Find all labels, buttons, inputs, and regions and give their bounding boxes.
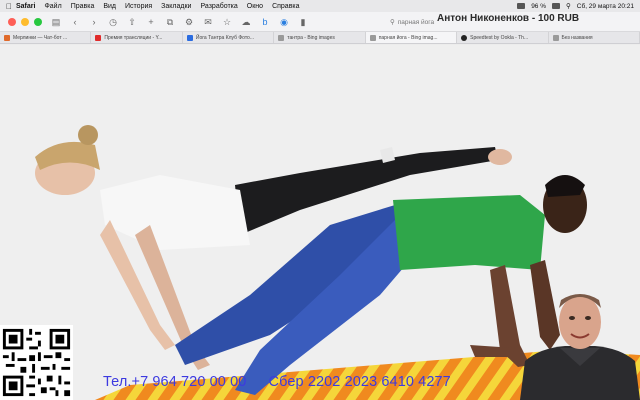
vk-icon — [186, 34, 193, 41]
tab-6[interactable]: Speedtest by Ookla - Th... — [457, 32, 549, 43]
tab-label: Премия трансляции - Y... — [104, 34, 163, 41]
tab-label: парная йога - Bing imag... — [378, 34, 438, 41]
extension-icon[interactable]: ◉ — [279, 17, 289, 27]
tab-5-active[interactable]: парная йога - Bing imag... — [365, 32, 458, 43]
close-window-button[interactable] — [8, 17, 16, 26]
tab-label: тантра - Bing images — [287, 34, 335, 41]
tab-7[interactable]: Без названия — [549, 32, 640, 43]
tab-3[interactable]: Йога Тантра Клуб Фото... — [183, 32, 275, 43]
menu-app-name[interactable]: Safari — [16, 3, 35, 10]
forward-icon[interactable]: › — [89, 17, 99, 27]
menu-help[interactable]: Справка — [272, 3, 299, 10]
tab-1[interactable]: Мерлинки — Чат-бот ... — [0, 32, 92, 43]
youtube-icon — [95, 34, 102, 41]
search-icon — [278, 34, 285, 41]
battery-icon[interactable] — [552, 3, 561, 9]
share-icon[interactable]: ⇧ — [127, 17, 137, 27]
donation-phone: Тел.+7 964 720 00 00 — [103, 374, 247, 390]
menu-bar:  Safari Файл Правка Вид История Закладк… — [0, 0, 640, 12]
shield-icon[interactable]: ▮ — [298, 17, 308, 27]
search-icon — [369, 34, 376, 41]
tab-label: Мерлинки — Чат-бот ... — [13, 34, 68, 41]
menu-history[interactable]: История — [125, 3, 152, 10]
lock-icon: ⚲ — [390, 19, 395, 26]
cloud-icon[interactable]: ☁ — [241, 17, 251, 27]
new-tab-icon[interactable]: + — [146, 17, 156, 27]
globe-icon — [552, 34, 559, 41]
tab-2[interactable]: Премия трансляции - Y... — [91, 32, 183, 43]
streamer-webcam — [520, 294, 640, 400]
stream-donation-title: Антон Никоненков - 100 RUB — [437, 13, 580, 24]
speedtest-icon — [461, 34, 468, 41]
zoom-window-button[interactable] — [34, 17, 42, 26]
bing-icon[interactable]: b — [260, 17, 270, 27]
bookmark-star-icon[interactable]: ☆ — [222, 17, 232, 27]
donation-bank-card: Сбер 2202 2023 6410 4277 — [268, 374, 451, 390]
sidebar-toggle-icon[interactable]: ▤ — [51, 17, 61, 27]
tab-favicon-icon — [4, 34, 10, 41]
minimize-window-button[interactable] — [21, 17, 29, 26]
search-menubar-icon[interactable]: ⚲ — [566, 2, 571, 10]
menu-bookmarks[interactable]: Закладки — [161, 3, 191, 10]
menu-edit[interactable]: Правка — [71, 3, 95, 10]
mail-icon[interactable]: ✉ — [203, 17, 213, 27]
menu-window[interactable]: Окно — [247, 3, 263, 10]
history-icon[interactable]: ◷ — [108, 17, 118, 27]
settings-icon[interactable]: ⚙ — [184, 17, 194, 27]
menu-view[interactable]: Вид — [103, 3, 116, 10]
clock[interactable]: Сб, 29 марта 20:21 — [577, 3, 634, 10]
tab-label: Без названия — [561, 34, 593, 41]
battery-percent[interactable]: 96 % — [531, 3, 546, 10]
tab-label: Speedtest by Ookla - Th... — [470, 34, 529, 41]
wifi-icon[interactable] — [517, 3, 526, 9]
tab-overview-icon[interactable]: ⧉ — [165, 17, 175, 27]
back-icon[interactable]: ‹ — [70, 17, 80, 27]
menu-develop[interactable]: Разработка — [200, 3, 237, 10]
menu-file[interactable]: Файл — [44, 3, 61, 10]
tab-bar: Мерлинки — Чат-бот ... Премия трансляции… — [0, 32, 640, 44]
apple-icon[interactable]:  — [6, 2, 16, 11]
address-text: парная йога — [397, 18, 435, 26]
donation-info: Тел.+7 964 720 00 00 Сбер 2202 2023 6410… — [103, 374, 469, 390]
screen:  Safari Файл Правка Вид История Закладк… — [0, 0, 640, 400]
window-controls — [8, 17, 42, 26]
tab-label: Йога Тантра Клуб Фото... — [195, 34, 255, 41]
qr-code — [0, 325, 73, 400]
tab-4[interactable]: тантра - Bing images — [274, 32, 366, 43]
